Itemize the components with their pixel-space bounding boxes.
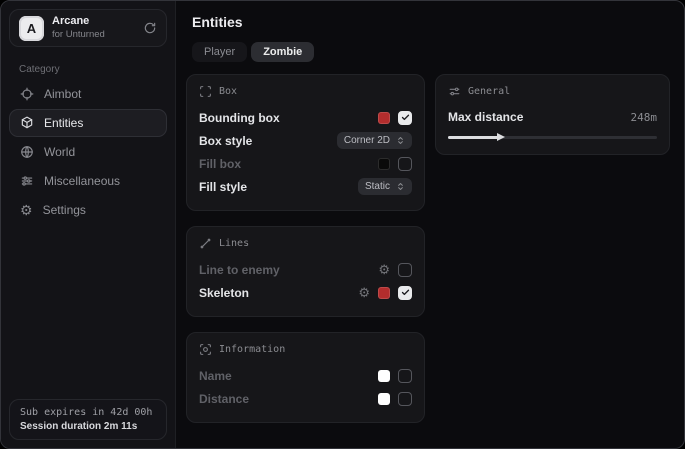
- lines-card: Lines Line to enemy ⚙ Skeleton: [186, 226, 425, 317]
- setting-row-skeleton: Skeleton ⚙: [199, 281, 412, 304]
- line-icon: [199, 237, 212, 250]
- sidebar-item-miscellaneous[interactable]: Miscellaneous: [9, 167, 167, 195]
- setting-label: Fill style: [199, 180, 247, 194]
- checkbox[interactable]: [398, 111, 412, 125]
- refresh-icon[interactable]: [143, 21, 157, 35]
- sidebar-item-settings[interactable]: ⚙ Settings: [9, 196, 167, 224]
- card-title: Information: [219, 344, 285, 355]
- checkbox[interactable]: [398, 286, 412, 300]
- checkbox[interactable]: [398, 369, 412, 383]
- category-label: Category: [19, 64, 157, 75]
- setting-label: Fill box: [199, 157, 241, 171]
- main-content: Entities Player Zombie Box Bounding box: [176, 1, 684, 448]
- box-card: Box Bounding box Box style: [186, 74, 425, 211]
- information-icon: [199, 343, 212, 356]
- row-settings-gear-icon[interactable]: ⚙: [378, 263, 390, 276]
- sidebar-item-label: World: [44, 145, 75, 159]
- setting-row-box-style: Box style Corner 2D: [199, 129, 412, 152]
- setting-row-max-distance: Max distance 248m: [448, 106, 657, 128]
- app-window: A Arcane for Unturned Category Aimbot: [0, 0, 685, 449]
- setting-label: Line to enemy: [199, 263, 280, 277]
- card-title: Box: [219, 86, 237, 97]
- checkbox[interactable]: [398, 263, 412, 277]
- app-logo: A: [19, 16, 44, 41]
- max-distance-slider[interactable]: [448, 132, 657, 142]
- sliders-icon: [20, 174, 34, 188]
- page-title: Entities: [192, 14, 670, 30]
- setting-label: Box style: [199, 134, 252, 148]
- tab-zombie[interactable]: Zombie: [251, 42, 314, 62]
- max-distance-value: 248m: [631, 111, 658, 124]
- color-swatch[interactable]: [378, 158, 390, 170]
- box-style-select[interactable]: Corner 2D: [337, 132, 412, 149]
- sidebar-item-label: Aimbot: [44, 87, 81, 101]
- checkbox[interactable]: [398, 157, 412, 171]
- sidebar-item-world[interactable]: World: [9, 138, 167, 166]
- setting-label: Distance: [199, 392, 249, 406]
- sidebar-item-label: Entities: [44, 116, 83, 130]
- checkbox[interactable]: [398, 392, 412, 406]
- setting-label: Name: [199, 369, 232, 383]
- gear-icon: ⚙: [20, 203, 33, 217]
- setting-label: Skeleton: [199, 286, 249, 300]
- fill-style-select[interactable]: Static: [358, 178, 412, 195]
- setting-row-bounding-box: Bounding box: [199, 106, 412, 129]
- chevrons-up-down-icon: [396, 182, 405, 191]
- setting-label: Max distance: [448, 110, 523, 124]
- sliders-icon: [448, 85, 461, 98]
- sidebar-item-label: Miscellaneous: [44, 174, 120, 188]
- app-subtitle: for Unturned: [52, 29, 105, 41]
- setting-row-name: Name: [199, 364, 412, 387]
- subscription-info-card: Sub expires in 42d 00h Session duration …: [9, 399, 167, 440]
- crosshair-icon: [20, 87, 34, 101]
- setting-row-distance: Distance: [199, 387, 412, 410]
- select-value: Static: [365, 181, 390, 192]
- app-name: Arcane: [52, 15, 105, 29]
- information-card: Information Name Distance: [186, 332, 425, 423]
- setting-row-fill-style: Fill style Static: [199, 175, 412, 198]
- card-title: General: [468, 86, 510, 97]
- scan-brackets-icon: [199, 85, 212, 98]
- sidebar-item-aimbot[interactable]: Aimbot: [9, 80, 167, 108]
- select-value: Corner 2D: [344, 135, 390, 146]
- globe-icon: [20, 145, 34, 159]
- general-card: General Max distance 248m: [435, 74, 670, 155]
- entity-tabs: Player Zombie: [192, 42, 670, 62]
- tab-player[interactable]: Player: [192, 42, 247, 62]
- slider-fill: [448, 136, 499, 139]
- setting-row-fill-box: Fill box: [199, 152, 412, 175]
- setting-label: Bounding box: [199, 111, 280, 125]
- card-title: Lines: [219, 238, 249, 249]
- color-swatch[interactable]: [378, 112, 390, 124]
- color-swatch[interactable]: [378, 393, 390, 405]
- color-swatch[interactable]: [378, 370, 390, 382]
- color-swatch[interactable]: [378, 287, 390, 299]
- row-settings-gear-icon[interactable]: ⚙: [358, 286, 370, 299]
- sub-expires-text: Sub expires in 42d 00h: [20, 407, 156, 418]
- sidebar-item-label: Settings: [43, 203, 86, 217]
- sidebar: A Arcane for Unturned Category Aimbot: [1, 1, 176, 448]
- sidebar-item-entities[interactable]: Entities: [9, 109, 167, 137]
- slider-thumb[interactable]: [497, 133, 505, 141]
- cube-icon: [20, 116, 34, 130]
- chevrons-up-down-icon: [396, 136, 405, 145]
- sidebar-nav: Aimbot Entities World Miscellaneous: [1, 80, 175, 224]
- setting-row-line-to-enemy: Line to enemy ⚙: [199, 258, 412, 281]
- app-header-card: A Arcane for Unturned: [9, 9, 167, 47]
- session-duration-text: Session duration 2m 11s: [20, 421, 156, 432]
